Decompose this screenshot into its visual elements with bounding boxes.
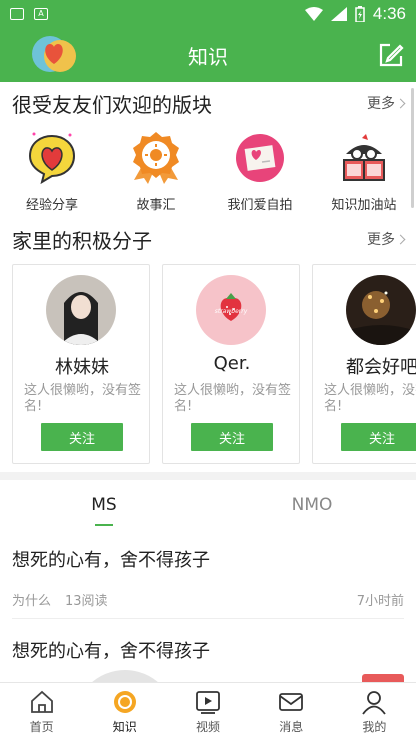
video-icon [196, 691, 220, 714]
wifi-icon [304, 7, 323, 21]
avatar-text: strawberry [214, 308, 248, 315]
section-divider [0, 472, 416, 480]
popular-section-header: 很受友友们欢迎的版块 更多 [0, 88, 416, 118]
article-title: 想死的心有，舍不得孩子 [12, 641, 210, 662]
nav-label: 知识 [112, 720, 137, 734]
tab-ms[interactable]: MS [0, 480, 208, 530]
app-notification-icon: A [34, 8, 48, 20]
category-label: 故事汇 [136, 198, 176, 213]
member-name: 林妹妹 [55, 357, 109, 378]
member-card[interactable]: strawberry Qer. 这人很懒哟，没有签名! 关注 [162, 264, 300, 464]
category-item[interactable]: 知识加油站 [312, 130, 416, 216]
follow-button[interactable]: 关注 [41, 423, 123, 451]
tab-nmo[interactable]: NMO [208, 480, 416, 530]
knowledge-icon [113, 691, 136, 713]
follow-button[interactable]: 关注 [191, 423, 273, 451]
category-item[interactable]: 故事汇 [104, 130, 208, 216]
category-item[interactable]: 我们爱自拍 [208, 130, 312, 216]
sun-badge-icon [133, 132, 179, 184]
section-title: 家里的积极分子 [12, 228, 152, 253]
list-item[interactable]: 想死的心有，舍不得孩子 为什么 13阅读 7小时前 [0, 546, 416, 609]
member-signature: 这人很懒哟，没有签名! [324, 383, 416, 414]
category-label: 经验分享 [25, 198, 78, 213]
nav-home[interactable]: 首页 [0, 683, 83, 738]
follow-button[interactable]: 关注 [341, 423, 416, 451]
article-time: 7小时前 [356, 594, 404, 609]
notification-icon [10, 8, 24, 20]
more-link[interactable]: 更多 [367, 93, 406, 113]
category-item[interactable]: 经验分享 [0, 130, 104, 216]
article-title: 想死的心有，舍不得孩子 [12, 550, 210, 571]
bottom-nav: 首页 知识 视频 消息 我的 [0, 682, 416, 738]
signal-icon [330, 7, 347, 21]
chevron-right-icon [395, 234, 406, 244]
category-list: 经验分享 故事汇 我们爱自拍 知识加油站 [0, 130, 416, 216]
section-title: 很受友友们欢迎的版块 [12, 92, 212, 117]
article-meta: 为什么 13阅读 7小时前 [12, 590, 404, 609]
battery-icon [355, 6, 365, 22]
page-title: 知识 [188, 44, 228, 69]
member-card[interactable]: 林妹妹 这人很懒哟，没有签名! 关注 [12, 264, 150, 464]
nav-label: 视频 [196, 720, 221, 734]
avatar[interactable] [346, 275, 416, 345]
list-item[interactable]: 想死的心有，舍不得孩子 [0, 637, 416, 663]
photo-card-icon [236, 134, 284, 182]
edit-icon[interactable] [376, 40, 406, 70]
article-views: 13阅读 [65, 594, 108, 609]
heart-bubble-icon [28, 132, 76, 185]
nav-knowledge[interactable]: 知识 [83, 683, 166, 738]
nav-label: 我的 [362, 720, 387, 734]
avatar[interactable] [46, 275, 116, 345]
member-name: 都会好吧 [346, 357, 416, 378]
member-signature: 这人很懒哟，没有签名! [174, 383, 292, 414]
category-label: 知识加油站 [331, 198, 397, 213]
app-logo [32, 36, 76, 72]
avatar-image [46, 275, 116, 345]
app-bar: 知识 [0, 28, 416, 82]
more-label: 更多 [367, 232, 395, 248]
category-label: 我们爱自拍 [227, 198, 293, 213]
nav-label: 消息 [279, 720, 304, 734]
member-card[interactable]: 都会好吧 这人很懒哟，没有签名! 关注 [312, 264, 416, 464]
nav-label: 首页 [29, 720, 54, 734]
nav-profile[interactable]: 我的 [333, 683, 416, 738]
reading-book-icon [343, 134, 385, 181]
members-section-header: 家里的积极分子 更多 [0, 224, 416, 254]
article-category: 为什么 [12, 594, 52, 609]
status-bar: A 4:36 [0, 0, 416, 28]
member-name: Qer. [213, 353, 251, 374]
message-icon [279, 693, 304, 711]
nav-video[interactable]: 视频 [166, 683, 249, 738]
avatar[interactable]: strawberry [196, 275, 266, 345]
member-signature: 这人很懒哟，没有签名! [24, 383, 142, 414]
more-link[interactable]: 更多 [367, 229, 406, 249]
more-label: 更多 [367, 96, 395, 112]
profile-icon [362, 691, 387, 715]
nav-messages[interactable]: 消息 [250, 683, 333, 738]
badge [362, 674, 404, 682]
status-time: 4:36 [372, 4, 406, 23]
feed-tabs: MS NMO [0, 480, 416, 530]
chevron-right-icon [395, 98, 406, 108]
divider [12, 618, 404, 619]
avatar-image [346, 275, 416, 345]
home-icon [30, 690, 53, 713]
member-list: 林妹妹 这人很懒哟，没有签名! 关注 strawberry Qer. 这人很懒哟… [0, 264, 416, 464]
